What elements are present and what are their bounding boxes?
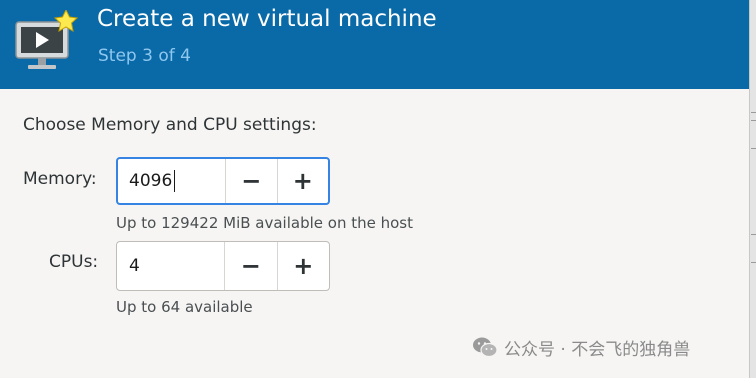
text-cursor [174, 170, 176, 192]
cpus-input[interactable]: 4 [117, 242, 225, 290]
watermark: 公众号 · 不会飞的独角兽 [472, 334, 690, 360]
memory-spinbutton[interactable]: 4096 − + [116, 157, 330, 205]
cpus-value: 4 [129, 256, 140, 276]
adjacent-window-edge [749, 0, 756, 378]
cpus-decrement-button[interactable]: − [225, 242, 278, 290]
memory-hint: Up to 129422 MiB available on the host [116, 214, 413, 232]
settings-prompt: Choose Memory and CPU settings: [23, 115, 317, 135]
cpus-increment-button[interactable]: + [278, 242, 330, 290]
minus-icon: − [241, 167, 262, 195]
plus-icon: + [293, 252, 314, 280]
monitor-star-icon [15, 10, 79, 69]
cpus-spinbutton[interactable]: 4 − + [116, 241, 330, 291]
watermark-text: 公众号 · 不会飞的独角兽 [504, 339, 691, 360]
memory-label: Memory: [23, 169, 97, 189]
memory-input[interactable]: 4096 [118, 159, 226, 203]
wizard-step-indicator: Step 3 of 4 [98, 46, 191, 66]
plus-icon: + [292, 167, 313, 195]
wechat-icon [473, 337, 498, 358]
wizard-title: Create a new virtual machine [97, 6, 437, 32]
wizard-header: Create a new virtual machine Step 3 of 4 [0, 0, 749, 89]
cpus-label: CPUs: [49, 252, 99, 272]
wizard-window: Create a new virtual machine Step 3 of 4… [0, 0, 756, 378]
memory-decrement-button[interactable]: − [226, 159, 278, 203]
minus-icon: − [240, 252, 261, 280]
cpus-hint: Up to 64 available [116, 298, 253, 316]
memory-value: 4096 [129, 171, 173, 191]
memory-increment-button[interactable]: + [278, 159, 329, 203]
